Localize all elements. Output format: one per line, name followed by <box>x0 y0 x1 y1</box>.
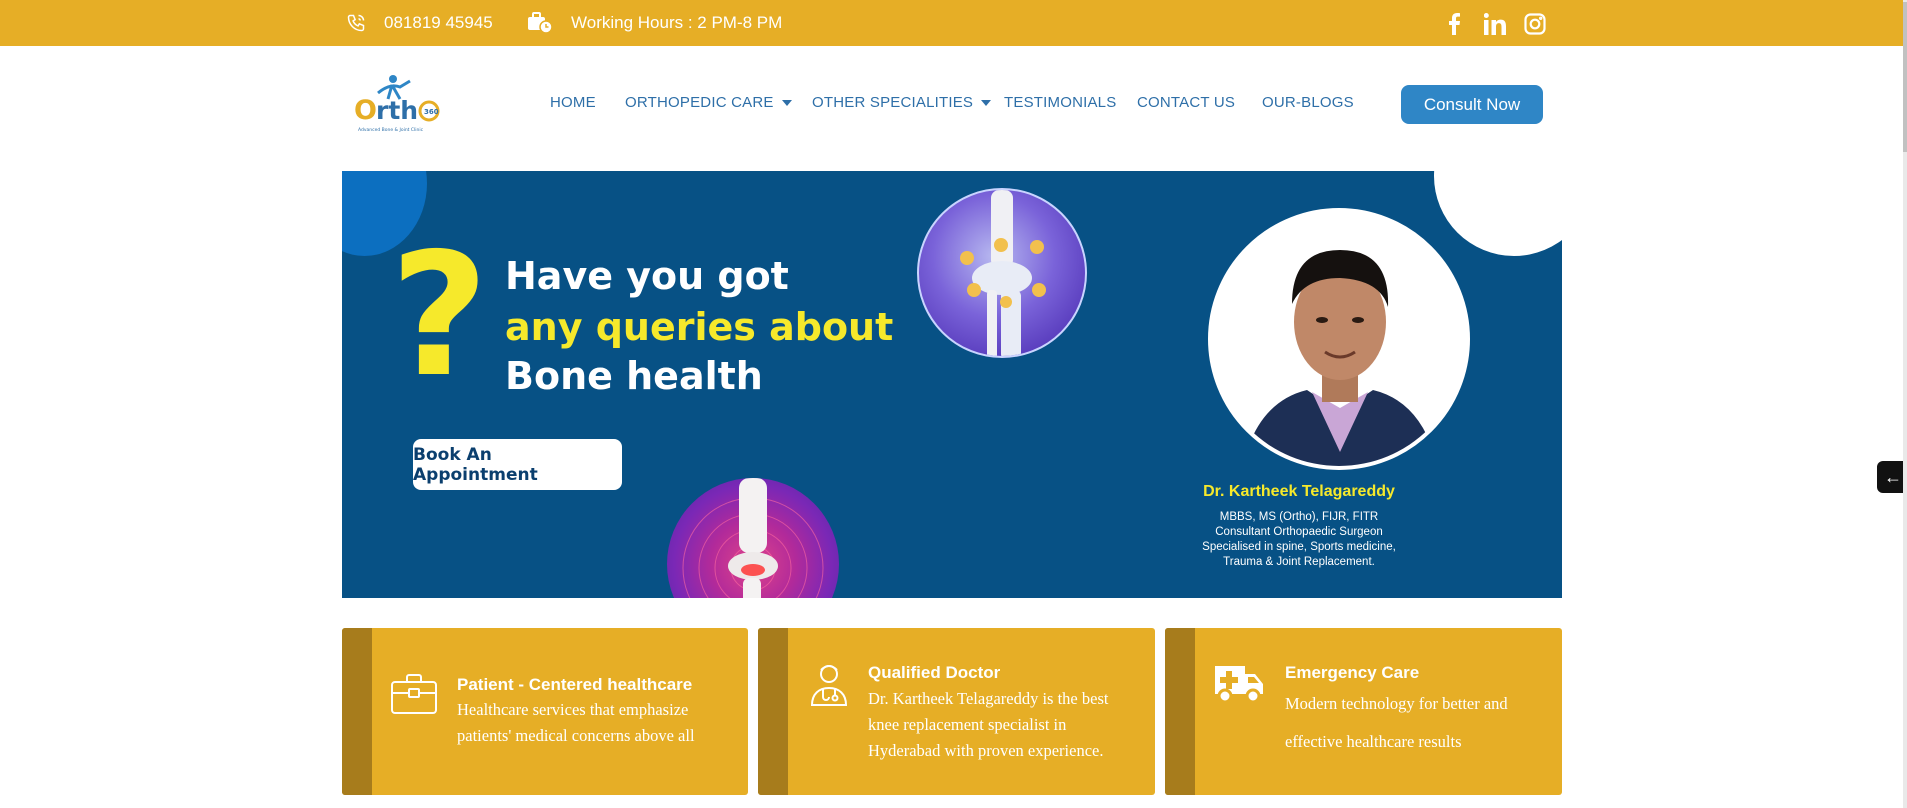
feature-card-emergency-care: Emergency Care Modern technology for bet… <box>1165 628 1562 795</box>
caret-down-icon <box>981 99 992 106</box>
svg-text:Advanced Bone & Joint Clinic: Advanced Bone & Joint Clinic <box>358 127 424 133</box>
card-title: Emergency Care <box>1285 663 1420 682</box>
hero-line-3: Bone health <box>505 354 763 398</box>
card-desc-line-2: knee replacement specialist in <box>868 715 1067 734</box>
doctor-name: Dr. Kartheek Telagareddy <box>1203 483 1395 500</box>
card-accent-strip <box>758 628 788 795</box>
svg-text:rth: rth <box>376 96 418 125</box>
doctor-specialty: Specialised in spine, Sports medicine, <box>1202 541 1396 553</box>
nav-our-blogs-label: OUR-BLOGS <box>1262 94 1354 111</box>
card-desc-line-2: patients' medical concerns above all <box>457 726 695 745</box>
ambulance-icon <box>1213 662 1265 709</box>
phone-number: 081819 45945 <box>384 13 493 32</box>
site-logo[interactable]: O rth 360 Advanced Bone & Joint Clinic <box>352 73 442 135</box>
phone-contact[interactable]: 081819 45945 <box>346 0 493 46</box>
card-title: Qualified Doctor <box>868 663 1001 682</box>
svg-text:360: 360 <box>424 108 439 116</box>
doctor-icon <box>810 662 848 711</box>
consult-now-button[interactable]: Consult Now <box>1401 85 1543 124</box>
nav-testimonials[interactable]: TESTIMONIALS <box>1004 94 1116 111</box>
corner-circle-right <box>1434 171 1562 256</box>
nav-home-label: HOME <box>550 94 596 111</box>
card-desc-line-1: Dr. Kartheek Telagareddy is the best <box>868 689 1109 708</box>
card-accent-strip <box>1165 628 1195 795</box>
svg-text:O: O <box>354 95 377 126</box>
nav-orthopedic-care-label: ORTHOPEDIC CARE <box>625 94 774 111</box>
hero-line-1: Have you got <box>505 254 789 298</box>
card-desc-line-3: Hyderabad with proven experience. <box>868 741 1104 760</box>
clock-briefcase-icon <box>528 12 553 34</box>
working-hours: Working Hours : 2 PM-8 PM <box>527 0 782 46</box>
facebook-icon[interactable] <box>1441 11 1467 37</box>
linkedin-icon[interactable] <box>1482 11 1508 37</box>
nav-other-specialities-label: OTHER SPECIALITIES <box>812 94 974 111</box>
instagram-icon[interactable] <box>1522 11 1548 37</box>
briefcase-icon <box>391 673 437 720</box>
hero-banner: ? Have you got any queries about Bone he… <box>342 171 1562 598</box>
feature-card-qualified-doctor: Qualified Doctor Dr. Kartheek Telagaredd… <box>758 628 1155 795</box>
phone-icon <box>347 14 365 32</box>
feature-card-patient-centered: Patient - Centered healthcare Healthcare… <box>342 628 748 795</box>
nav-home[interactable]: HOME <box>550 94 596 111</box>
nav-testimonials-label: TESTIMONIALS <box>1004 94 1117 111</box>
card-desc-line-2: effective healthcare results <box>1285 732 1462 751</box>
top-bar: 081819 45945 Working Hours : 2 PM-8 PM <box>0 0 1907 46</box>
hero-line-2: any queries about <box>505 305 894 349</box>
doctor-credentials: MBBS, MS (Ortho), FIJR, FITR <box>1219 511 1379 523</box>
doctor-specialty-2: Trauma & Joint Replacement. <box>1223 556 1375 568</box>
question-mark: ? <box>390 217 489 415</box>
scrollbar-thumb[interactable] <box>1903 2 1907 152</box>
nav-orthopedic-care[interactable]: ORTHOPEDIC CARE <box>625 94 792 111</box>
nav-our-blogs[interactable]: OUR-BLOGS <box>1262 94 1354 111</box>
doctor-role: Consultant Orthopaedic Surgeon <box>1215 526 1383 538</box>
book-appointment-button[interactable]: Book An Appointment <box>413 439 622 490</box>
nav-other-specialities[interactable]: OTHER SPECIALITIES <box>812 94 992 111</box>
card-desc-line-1: Healthcare services that emphasize <box>457 700 689 719</box>
caret-down-icon <box>781 99 792 106</box>
card-desc-line-1: Modern technology for better and <box>1285 694 1508 713</box>
hours-text: Working Hours : 2 PM-8 PM <box>571 13 783 32</box>
doctor-photo <box>1208 208 1470 470</box>
card-accent-strip <box>342 628 372 795</box>
nav-contact-us-label: CONTACT US <box>1137 94 1236 111</box>
knee-vitamin-image <box>917 188 1087 358</box>
knee-pain-image <box>667 478 839 598</box>
nav-contact-us[interactable]: CONTACT US <box>1137 94 1235 111</box>
card-title: Patient - Centered healthcare <box>457 675 693 694</box>
